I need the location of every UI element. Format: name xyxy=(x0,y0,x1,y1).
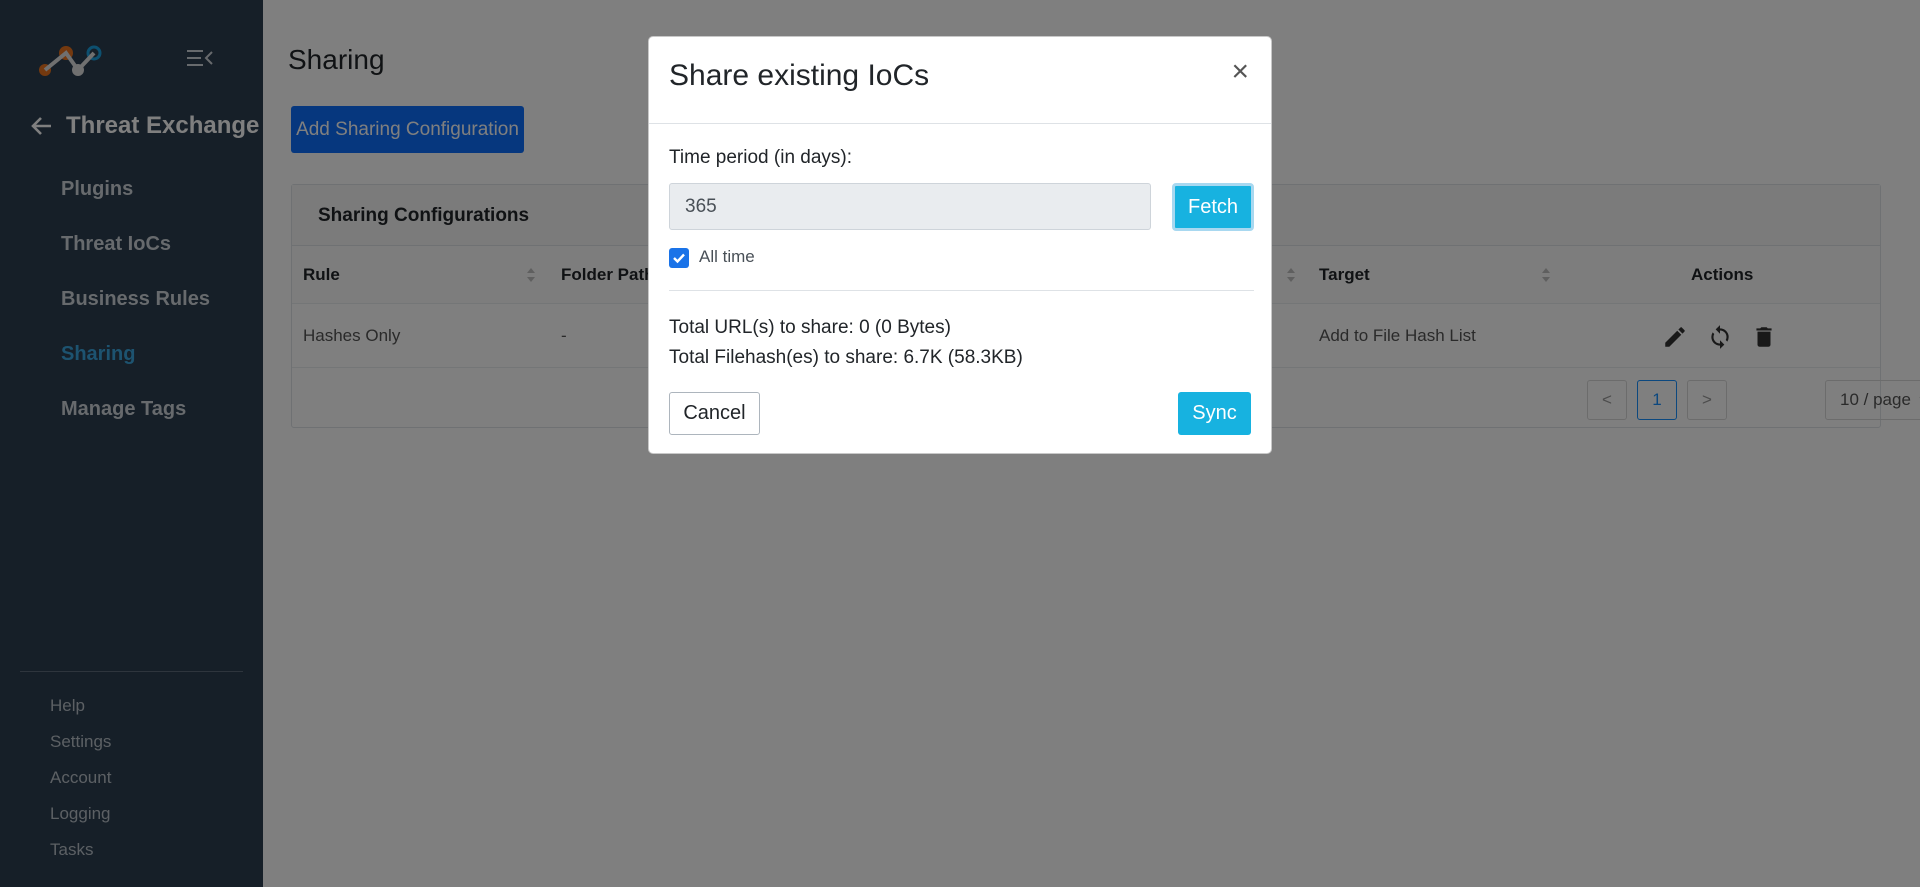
all-time-label[interactable]: All time xyxy=(699,247,755,267)
check-icon xyxy=(673,253,685,264)
fetch-button[interactable]: Fetch xyxy=(1172,183,1254,231)
modal-title: Share existing IoCs xyxy=(669,59,930,92)
total-urls-text: Total URL(s) to share: 0 (0 Bytes) xyxy=(669,317,951,338)
sync-button[interactable]: Sync xyxy=(1178,392,1251,435)
time-period-label: Time period (in days): xyxy=(669,147,853,168)
time-period-input[interactable] xyxy=(669,183,1151,230)
all-time-checkbox[interactable] xyxy=(669,248,689,268)
share-iocs-modal: Share existing IoCs × Time period (in da… xyxy=(648,36,1272,454)
modal-divider xyxy=(669,290,1254,291)
cancel-button[interactable]: Cancel xyxy=(669,392,760,435)
modal-header: Share existing IoCs × xyxy=(649,37,1271,124)
close-icon[interactable]: × xyxy=(1231,57,1249,87)
total-filehashes-text: Total Filehash(es) to share: 6.7K (58.3K… xyxy=(669,347,1023,368)
